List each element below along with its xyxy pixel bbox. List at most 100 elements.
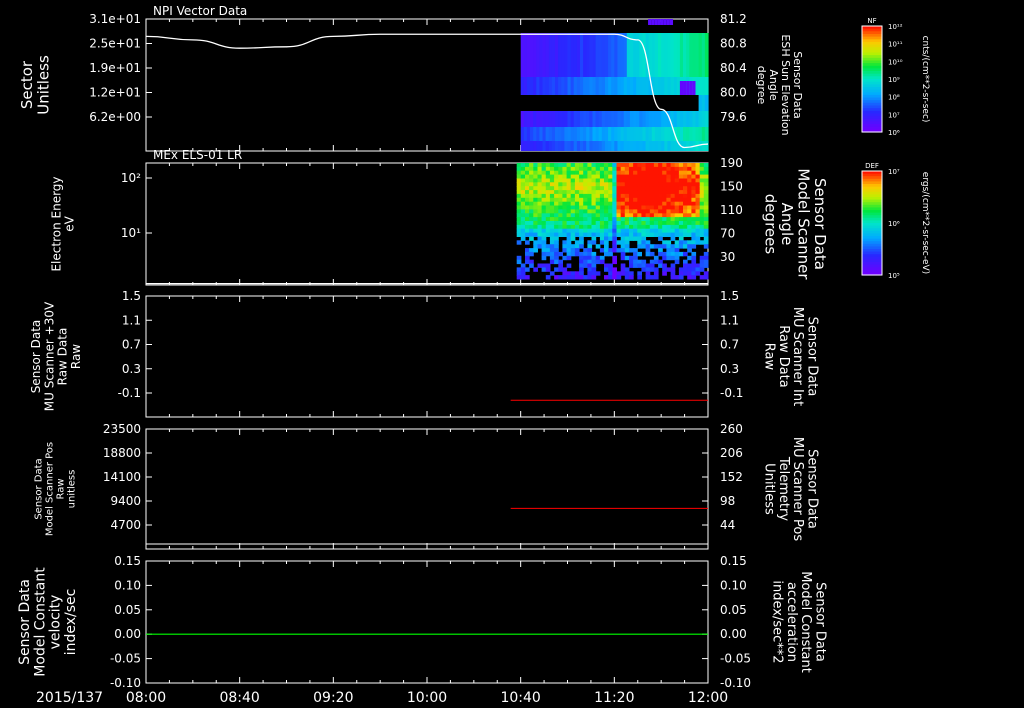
heatmap-cell	[637, 178, 642, 183]
heatmap-cell	[541, 232, 547, 237]
heatmap-cell	[583, 209, 588, 214]
heatmap-cell	[687, 213, 692, 218]
heatmap-cell	[533, 201, 538, 207]
heatmap-cell	[691, 166, 697, 172]
heatmap-cell	[703, 255, 709, 261]
heatmap-cell	[549, 170, 555, 176]
heatmap-cell	[687, 275, 692, 280]
heatmap-cell	[525, 205, 530, 210]
heatmap-cell	[595, 259, 601, 265]
heatmap-cell	[637, 201, 642, 207]
heatmap-cell	[554, 221, 559, 226]
heatmap-cell	[525, 240, 530, 245]
heatmap-cell	[637, 170, 642, 176]
heatmap-cell	[691, 213, 697, 218]
heatmap-cell	[554, 267, 559, 272]
heatmap-cell	[612, 248, 617, 253]
heatmap-cell	[641, 259, 647, 265]
heatmap-cell	[624, 224, 630, 230]
heatmap-cell	[649, 263, 655, 268]
heatmap-cell	[662, 271, 667, 276]
heatmap-cell	[641, 228, 647, 234]
heatmap-cell	[658, 178, 663, 183]
heatmap-cell	[529, 263, 534, 268]
heatmap-cell	[520, 174, 526, 179]
heatmap-cell	[658, 213, 663, 218]
y-tick-label: 6.2e+00	[89, 110, 141, 124]
heatmap-cell	[624, 217, 630, 222]
heatmap-cell	[703, 174, 709, 179]
stacked-plot: NPI Vector Data 3.1e+01 2.5e+01 1.9e+01 1.2e…	[17, 4, 930, 706]
heatmap-cell	[595, 178, 601, 183]
heatmap-cell	[516, 217, 522, 222]
heatmap-cell	[614, 141, 618, 151]
heatmap-cell	[703, 263, 709, 268]
y2-axis-label: MU Scanner Pos	[790, 437, 805, 542]
heatmap-cell	[599, 182, 605, 187]
heatmap-cell	[537, 213, 543, 218]
heatmap-cell	[641, 186, 647, 191]
y2-tick-label: 70	[720, 227, 735, 241]
heatmap-cell	[633, 166, 638, 172]
heatmap-cell	[558, 221, 563, 226]
heatmap-cell	[658, 166, 663, 172]
heatmap-cell	[691, 240, 697, 245]
y-axis-label: Raw	[69, 344, 83, 369]
heatmap-cell	[525, 190, 530, 195]
heatmap-cell	[653, 182, 659, 187]
heatmap-cell	[698, 141, 703, 151]
heatmap-cell	[670, 221, 676, 226]
heatmap-cell	[525, 228, 530, 234]
heatmap-cell	[604, 236, 609, 241]
heatmap-cell	[653, 174, 659, 179]
heatmap-cell	[533, 190, 538, 195]
heatmap-cell	[616, 205, 622, 210]
heatmap-cell	[591, 228, 597, 234]
heatmap-cell	[545, 166, 551, 172]
heatmap-cell	[554, 190, 559, 195]
heatmap-cell	[642, 141, 647, 151]
heatmap-cell	[666, 209, 672, 214]
heatmap-cell	[653, 205, 659, 210]
heatmap-cell	[612, 255, 617, 261]
heatmap-cell	[629, 224, 634, 230]
heatmap-cell	[604, 186, 609, 191]
heatmap-cell	[666, 182, 672, 187]
heatmap-cell	[670, 271, 676, 276]
heatmap-cell	[541, 186, 547, 191]
heatmap-cell	[698, 95, 703, 111]
heatmap-cell	[653, 190, 659, 195]
heatmap-cell	[703, 166, 709, 172]
heatmap-cell	[653, 170, 659, 176]
heatmap-cell	[604, 251, 609, 257]
heatmap-cell	[574, 224, 580, 230]
heatmap-cell	[579, 166, 584, 172]
heatmap-cell	[529, 205, 534, 210]
heatmap-cell	[658, 163, 663, 168]
y-tick-label: 0.7	[122, 338, 141, 352]
heatmap-cell	[566, 166, 572, 172]
heatmap-cell	[666, 213, 672, 218]
heatmap-cell	[545, 111, 550, 127]
heatmap-cell	[658, 236, 663, 241]
heatmap-cell	[616, 240, 622, 245]
y2-axis-label: Sensor Data	[811, 178, 829, 270]
heatmap-cell	[579, 209, 584, 214]
heatmap-cell	[687, 193, 692, 199]
heatmap-cell	[599, 259, 605, 265]
heatmap-cell	[645, 267, 651, 272]
heatmap-cell	[608, 275, 613, 280]
y2-axis-label: Unitless	[762, 463, 777, 515]
heatmap-cell	[586, 141, 590, 151]
heatmap-cell	[533, 197, 538, 203]
heatmap-cell	[612, 232, 617, 237]
heatmap-cell	[678, 251, 684, 257]
heatmap-cell	[591, 240, 597, 245]
heatmap-cell	[541, 178, 547, 183]
heatmap-cell	[633, 255, 638, 261]
heatmap-cell	[695, 193, 701, 199]
heatmap-cell	[653, 193, 659, 199]
heatmap-cell	[660, 19, 664, 25]
heatmap-cell	[645, 201, 651, 207]
heatmap-cell	[645, 213, 651, 218]
